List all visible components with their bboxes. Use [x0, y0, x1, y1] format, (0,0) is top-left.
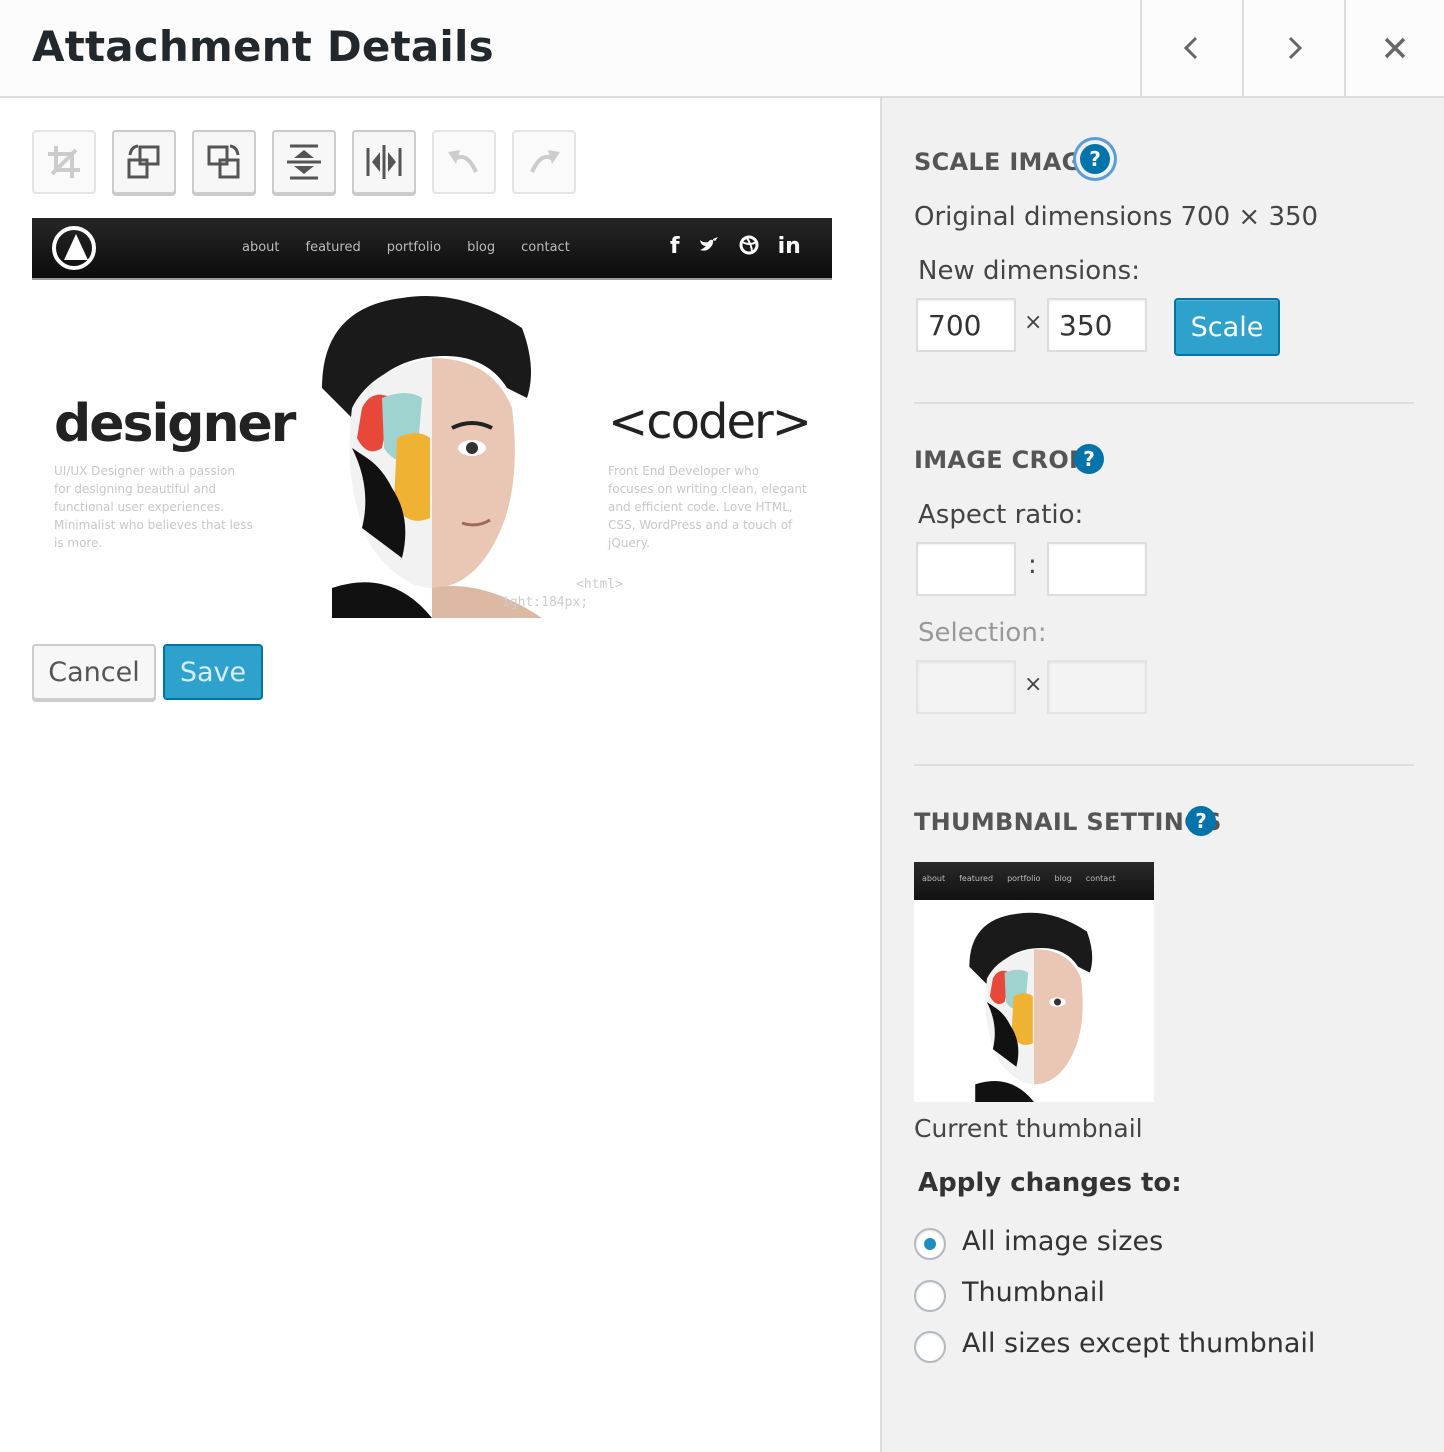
blurb-coder: Front End Developer who focuses on writi…	[608, 464, 807, 550]
selection-label: Selection:	[918, 618, 1047, 648]
radio-label-thumbnail[interactable]: Thumbnail	[962, 1277, 1105, 1308]
scale-height-input[interactable]: 350	[1047, 298, 1147, 352]
redo-icon	[530, 150, 560, 173]
rotate-right-button[interactable]	[192, 130, 256, 194]
headline-coder: <coder>	[608, 394, 812, 450]
logo	[52, 226, 96, 270]
original-dimensions: Original dimensions 700 × 350	[914, 202, 1319, 232]
undo-button[interactable]	[432, 130, 496, 194]
rotate-left-button[interactable]	[112, 130, 176, 194]
social-icons: f in	[670, 234, 801, 262]
blurb-designer: UI/UX Designer with a passion for design…	[54, 464, 253, 550]
scale-button[interactable]: Scale	[1174, 298, 1280, 356]
linkedin-icon: in	[777, 234, 801, 259]
selection-times-sign: ×	[1024, 672, 1043, 697]
divider	[914, 764, 1414, 766]
divider	[914, 402, 1414, 404]
portrait-illustration	[322, 296, 542, 618]
preview-nav-links: about featured portfolio blog contact	[242, 240, 570, 255]
flip-horizontal-icon	[366, 145, 402, 179]
selection-width-input[interactable]	[916, 660, 1016, 714]
aspect-ratio-width-input[interactable]	[916, 542, 1016, 596]
scale-help-icon[interactable]: ?	[1080, 144, 1110, 174]
facebook-icon: f	[670, 234, 680, 259]
apply-changes-label: Apply changes to:	[918, 1168, 1182, 1198]
next-button[interactable]	[1242, 0, 1344, 96]
crop-button[interactable]	[32, 130, 96, 194]
scale-image-heading: SCALE IMAGE	[914, 148, 1099, 176]
rotate-right-icon	[207, 144, 240, 179]
flip-vertical-icon	[287, 144, 321, 180]
radio-all-image-sizes[interactable]	[914, 1228, 946, 1260]
image-settings-sidebar: SCALE IMAGE ? Original dimensions 700 × …	[880, 98, 1444, 1452]
save-button[interactable]: Save	[163, 644, 263, 700]
aspect-ratio-height-input[interactable]	[1047, 542, 1147, 596]
headline-designer: designer	[54, 394, 296, 454]
scale-times-sign: ×	[1024, 310, 1043, 335]
scale-width-input[interactable]: 700	[916, 298, 1016, 352]
aspect-ratio-separator: :	[1028, 550, 1037, 580]
new-dimensions-label: New dimensions:	[918, 256, 1140, 286]
crop-help-icon[interactable]: ?	[1074, 444, 1104, 474]
chevron-right-icon	[1288, 36, 1303, 60]
thumbnail-navbar: about featured portfolio blog contact	[914, 862, 1154, 900]
flip-vertical-button[interactable]	[272, 130, 336, 194]
radio-thumbnail[interactable]	[914, 1280, 946, 1312]
twitter-icon	[698, 234, 720, 262]
preview-navbar: about featured portfolio blog contact f …	[32, 218, 832, 280]
radio-all-except-thumbnail[interactable]	[914, 1331, 946, 1363]
selection-height-input[interactable]	[1047, 660, 1147, 714]
image-crop-heading: IMAGE CROP	[914, 446, 1087, 474]
aspect-ratio-label: Aspect ratio:	[918, 500, 1084, 530]
radio-label-all-image-sizes[interactable]: All image sizes	[962, 1226, 1163, 1257]
close-button[interactable]	[1344, 0, 1444, 96]
image-editor: about featured portfolio blog contact f …	[0, 98, 880, 1452]
thumbnail-settings-heading: THUMBNAIL SETTINGS	[914, 808, 1222, 836]
thumbnail-help-icon[interactable]: ?	[1186, 806, 1216, 836]
thumbnail-portrait	[969, 912, 1093, 1102]
undo-icon	[448, 150, 478, 173]
current-thumbnail-caption: Current thumbnail	[914, 1114, 1143, 1143]
thumbnail-preview: about featured portfolio blog contact	[914, 862, 1154, 1102]
redo-button[interactable]	[512, 130, 576, 194]
previous-button[interactable]	[1140, 0, 1242, 96]
radio-label-all-except-thumbnail[interactable]: All sizes except thumbnail	[962, 1328, 1315, 1359]
image-preview[interactable]: about featured portfolio blog contact f …	[32, 218, 832, 618]
crop-icon	[48, 146, 80, 178]
page-title: Attachment Details	[32, 22, 494, 71]
rotate-left-icon	[127, 144, 160, 179]
flip-horizontal-button[interactable]	[352, 130, 416, 194]
code-snippet: <html> ight:184px;	[502, 577, 623, 610]
dribbble-icon	[738, 234, 760, 262]
modal-header: Attachment Details	[0, 0, 1444, 98]
chevron-left-icon	[1183, 36, 1198, 60]
close-icon	[1384, 37, 1406, 59]
cancel-button[interactable]: Cancel	[32, 644, 156, 700]
